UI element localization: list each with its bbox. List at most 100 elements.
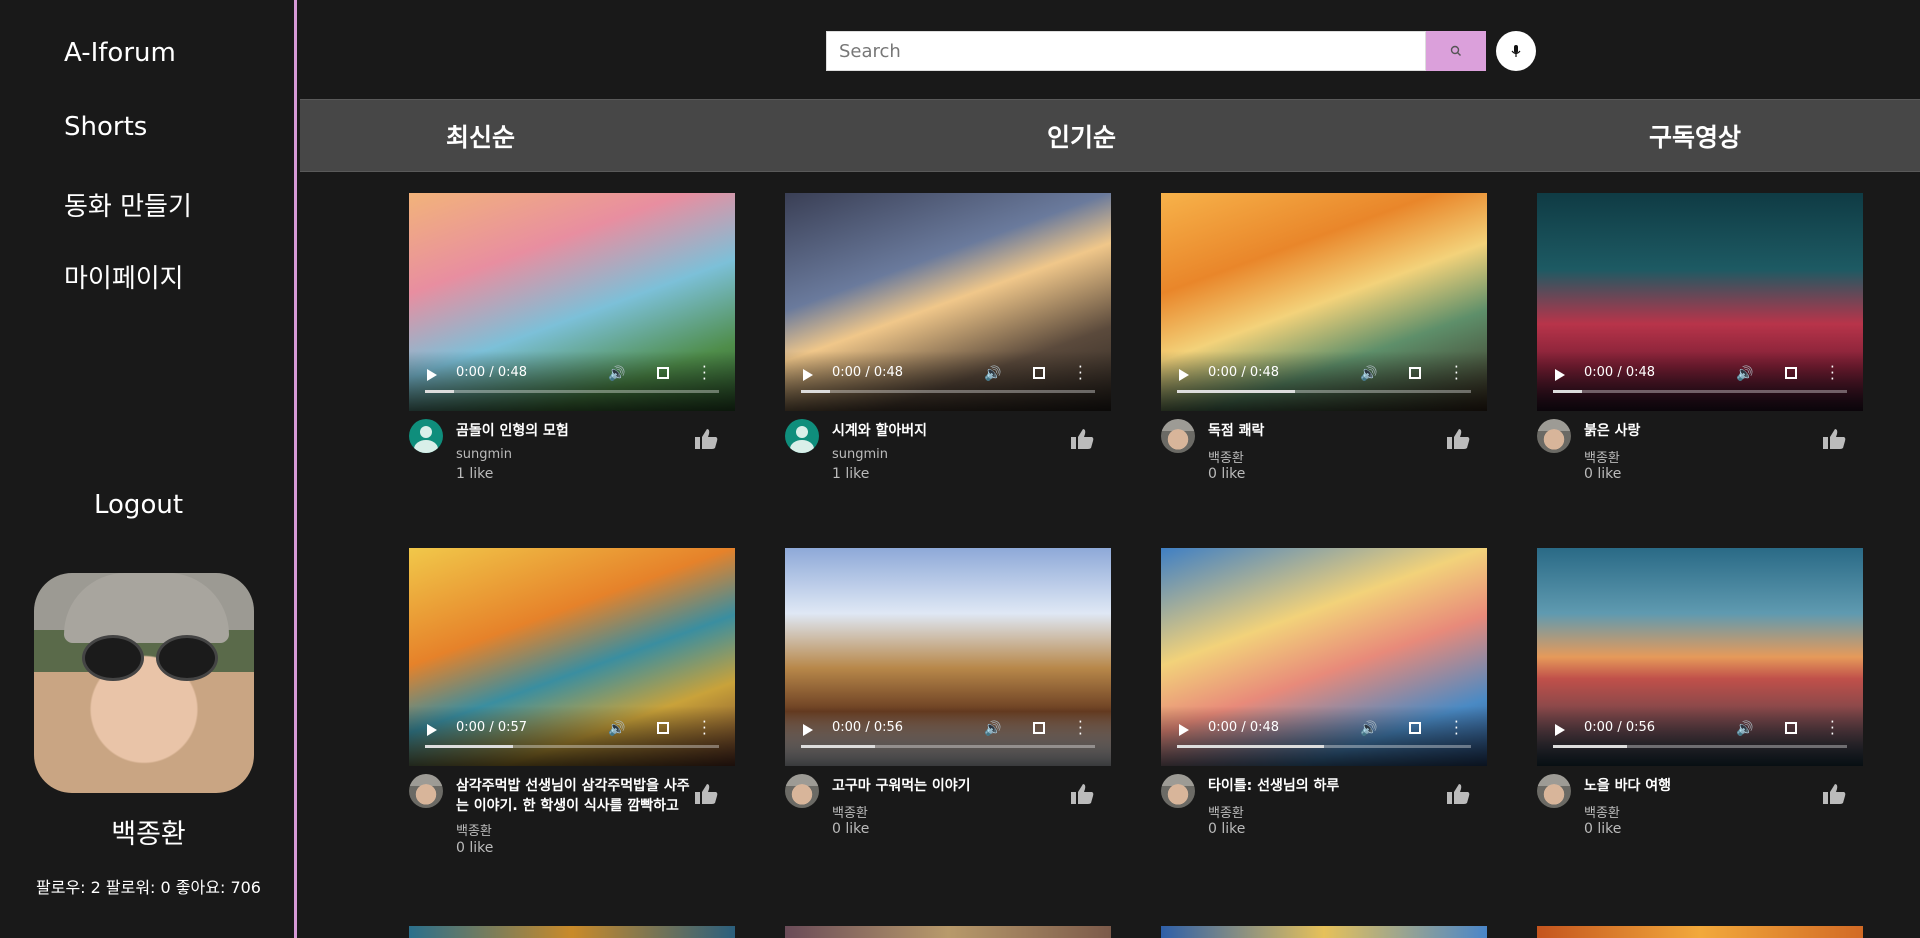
more-options-icon[interactable]: · · ·	[1078, 360, 1083, 387]
video-author[interactable]: 백종환	[1584, 802, 1620, 821]
channel-avatar[interactable]	[785, 774, 819, 808]
logout-button[interactable]: Logout	[94, 490, 183, 520]
channel-avatar[interactable]	[1537, 419, 1571, 453]
video-author[interactable]: sungmin	[832, 447, 888, 462]
video-author[interactable]: 백종환	[832, 802, 868, 821]
video-author[interactable]: 백종환	[1208, 447, 1244, 466]
video-author[interactable]: 백종환	[1208, 802, 1244, 821]
video-progress-bar[interactable]	[1177, 745, 1471, 748]
video-player[interactable]: 0:00 / 0:48 🔊 · · ·	[785, 193, 1111, 411]
video-progress-bar[interactable]	[425, 745, 719, 748]
channel-avatar[interactable]	[1161, 419, 1195, 453]
play-icon[interactable]	[1179, 724, 1189, 736]
thumbs-up-icon[interactable]	[1445, 427, 1471, 451]
fullscreen-icon[interactable]	[1785, 722, 1797, 734]
tab-latest[interactable]: 최신순	[446, 118, 515, 154]
video-card[interactable]: 0:00 / 0:56 🔊 · · · 고구마 구워먹는 이야기 백종환 0 lik…	[785, 548, 1111, 846]
video-player[interactable]: 0:00 / 0:57 🔊 · · ·	[409, 548, 735, 766]
video-title[interactable]: 타이틀: 선생님의 하루	[1208, 776, 1448, 796]
channel-avatar[interactable]	[1161, 774, 1195, 808]
video-player[interactable]: 0:00 / 0:48 🔊 · · ·	[1161, 548, 1487, 766]
fullscreen-icon[interactable]	[657, 367, 669, 379]
video-progress-bar[interactable]	[1553, 745, 1847, 748]
channel-avatar[interactable]	[1537, 774, 1571, 808]
play-icon[interactable]	[803, 369, 813, 381]
more-options-icon[interactable]: · · ·	[1454, 360, 1459, 387]
video-title[interactable]: 고구마 구워먹는 이야기	[832, 776, 1072, 796]
video-progress-bar[interactable]	[801, 745, 1095, 748]
video-card[interactable]: 0:00 / 0:57 🔊 · · · 삼각주먹밥 선생님이 삼각주먹밥을 사주는 …	[409, 548, 735, 856]
volume-icon[interactable]: 🔊	[1360, 366, 1377, 382]
video-player[interactable]: 0:00 / 0:48 🔊 · · ·	[409, 193, 735, 411]
video-author[interactable]: sungmin	[456, 447, 512, 462]
video-card[interactable]: 0:00 / 0:56 🔊 · · · 노을 바다 여행 백종환 0 like	[1537, 548, 1863, 846]
video-card[interactable]: 0:00 / 0:48 🔊 · · · 시계와 할아버지 sungmin 1 lik…	[785, 193, 1111, 491]
channel-avatar[interactable]	[409, 419, 443, 453]
video-title[interactable]: 노을 바다 여행	[1584, 776, 1824, 796]
more-options-icon[interactable]: · · ·	[702, 360, 707, 387]
fullscreen-icon[interactable]	[1409, 722, 1421, 734]
fullscreen-icon[interactable]	[657, 722, 669, 734]
play-icon[interactable]	[803, 724, 813, 736]
tab-popular[interactable]: 인기순	[1047, 118, 1116, 154]
thumbs-up-icon[interactable]	[693, 782, 719, 806]
video-thumbnail-partial[interactable]	[409, 926, 735, 938]
video-progress-bar[interactable]	[1177, 390, 1471, 393]
sidebar-item-mypage[interactable]: 마이페이지	[64, 258, 184, 295]
thumbs-up-icon[interactable]	[1445, 782, 1471, 806]
volume-icon[interactable]: 🔊	[608, 366, 625, 382]
play-icon[interactable]	[1179, 369, 1189, 381]
video-author[interactable]: 백종환	[456, 820, 492, 839]
fullscreen-icon[interactable]	[1033, 367, 1045, 379]
tab-subscriptions[interactable]: 구독영상	[1649, 118, 1741, 154]
sidebar-item-make-story[interactable]: 동화 만들기	[64, 186, 192, 223]
volume-icon[interactable]: 🔊	[1736, 721, 1753, 737]
volume-icon[interactable]: 🔊	[984, 721, 1001, 737]
video-progress-bar[interactable]	[1553, 390, 1847, 393]
more-options-icon[interactable]: · · ·	[1078, 715, 1083, 742]
sidebar-item-home[interactable]: A-Iforum	[64, 38, 176, 68]
channel-avatar[interactable]	[785, 419, 819, 453]
video-title[interactable]: 독점 쾌락	[1208, 421, 1448, 441]
microphone-button[interactable]	[1496, 31, 1536, 71]
video-card[interactable]: 0:00 / 0:48 🔊 · · · 붉은 사랑 백종환 0 like	[1537, 193, 1863, 491]
user-avatar[interactable]	[34, 573, 254, 793]
video-thumbnail-partial[interactable]	[1537, 926, 1863, 938]
play-icon[interactable]	[1555, 369, 1565, 381]
video-title[interactable]: 붉은 사랑	[1584, 421, 1824, 441]
video-title[interactable]: 삼각주먹밥 선생님이 삼각주먹밥을 사주는 이야기. 한 학생이 식사를 깜빡하…	[456, 776, 696, 816]
video-author[interactable]: 백종환	[1584, 447, 1620, 466]
video-title[interactable]: 곰돌이 인형의 모험	[456, 421, 696, 441]
fullscreen-icon[interactable]	[1409, 367, 1421, 379]
thumbs-up-icon[interactable]	[1821, 427, 1847, 451]
thumbs-up-icon[interactable]	[693, 427, 719, 451]
volume-icon[interactable]: 🔊	[1736, 366, 1753, 382]
search-button[interactable]	[1426, 31, 1486, 71]
thumbs-up-icon[interactable]	[1069, 782, 1095, 806]
video-card[interactable]: 0:00 / 0:48 🔊 · · · 곰돌이 인형의 모험 sungmin 1 l…	[409, 193, 735, 491]
video-player[interactable]: 0:00 / 0:56 🔊 · · ·	[1537, 548, 1863, 766]
video-player[interactable]: 0:00 / 0:56 🔊 · · ·	[785, 548, 1111, 766]
video-card[interactable]: 0:00 / 0:48 🔊 · · · 타이틀: 선생님의 하루 백종환 0 lik…	[1161, 548, 1487, 846]
video-progress-bar[interactable]	[425, 390, 719, 393]
more-options-icon[interactable]: · · ·	[1830, 715, 1835, 742]
fullscreen-icon[interactable]	[1785, 367, 1797, 379]
play-icon[interactable]	[1555, 724, 1565, 736]
play-icon[interactable]	[427, 724, 437, 736]
more-options-icon[interactable]: · · ·	[1830, 360, 1835, 387]
video-thumbnail-partial[interactable]	[785, 926, 1111, 938]
video-card[interactable]: 0:00 / 0:48 🔊 · · · 독점 쾌락 백종환 0 like	[1161, 193, 1487, 491]
fullscreen-icon[interactable]	[1033, 722, 1045, 734]
volume-icon[interactable]: 🔊	[984, 366, 1001, 382]
thumbs-up-icon[interactable]	[1821, 782, 1847, 806]
channel-avatar[interactable]	[409, 774, 443, 808]
sidebar-item-shorts[interactable]: Shorts	[64, 112, 147, 142]
video-player[interactable]: 0:00 / 0:48 🔊 · · ·	[1161, 193, 1487, 411]
volume-icon[interactable]: 🔊	[608, 721, 625, 737]
thumbs-up-icon[interactable]	[1069, 427, 1095, 451]
play-icon[interactable]	[427, 369, 437, 381]
video-player[interactable]: 0:00 / 0:48 🔊 · · ·	[1537, 193, 1863, 411]
video-progress-bar[interactable]	[801, 390, 1095, 393]
search-input[interactable]	[826, 31, 1426, 71]
more-options-icon[interactable]: · · ·	[702, 715, 707, 742]
